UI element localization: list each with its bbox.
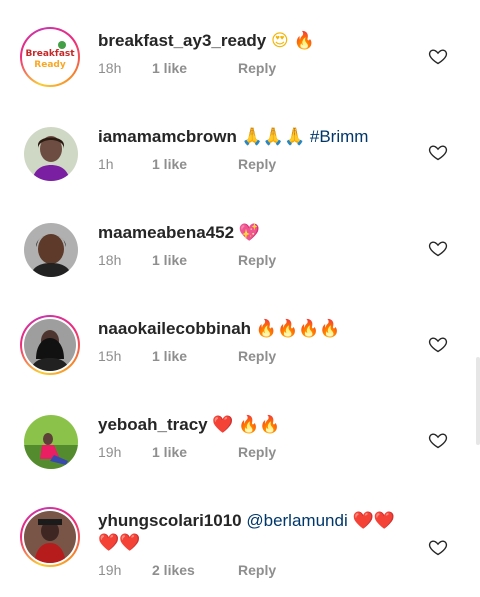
heart-outline-icon[interactable] xyxy=(428,142,448,162)
reply-button[interactable]: Reply xyxy=(238,444,276,460)
username-link[interactable]: maameabena452 xyxy=(98,223,234,242)
comment-time: 15h xyxy=(98,348,122,364)
hashtag-link[interactable]: #Brimm xyxy=(310,127,369,146)
comment-meta: 18h 1 like Reply xyxy=(98,252,276,268)
comment-time: 19h xyxy=(98,562,122,578)
heart-outline-icon[interactable] xyxy=(428,334,448,354)
comment-line: yeboah_tracy ❤️ 🔥🔥 xyxy=(98,414,410,436)
comment-meta: 18h 1 like Reply xyxy=(98,60,276,76)
comment-item: Breakfast Ready breakfast_ay3_ready 😍 🔥 1… xyxy=(0,0,480,96)
comment-meta: 19h 2 likes Reply xyxy=(98,562,276,578)
comment-text: 🔥🔥🔥🔥 xyxy=(255,319,341,339)
reply-button[interactable]: Reply xyxy=(238,60,276,76)
comment-body: yhungscolari1010 @berlamundi ❤️❤️❤️❤️ xyxy=(98,510,410,554)
comment-item: iamamamcbrown 🙏🙏🙏 #Brimm 1h 1 like Reply xyxy=(0,96,480,192)
comment-item: naaokailecobbinah 🔥🔥🔥🔥 15h 1 like Reply xyxy=(0,288,480,384)
avatar-image: Breakfast Ready xyxy=(24,31,76,83)
avatar-iamamamcbrown[interactable] xyxy=(24,127,78,181)
comment-time: 18h xyxy=(98,60,122,76)
comment-item: yeboah_tracy ❤️ 🔥🔥 19h 1 like Reply xyxy=(0,384,480,480)
likes-count-button[interactable]: 1 like xyxy=(152,60,238,76)
emoji: 🔥🔥🔥🔥 xyxy=(255,319,341,339)
emoji: 🔥 xyxy=(293,31,315,51)
likes-count-button[interactable]: 1 like xyxy=(152,252,238,268)
comment-line: breakfast_ay3_ready 😍 🔥 xyxy=(98,30,410,52)
comment-text: 😍 🔥 xyxy=(270,31,315,51)
reply-button[interactable]: Reply xyxy=(238,252,276,268)
avatar-maameabena452[interactable] xyxy=(24,223,78,277)
username-link[interactable]: iamamamcbrown xyxy=(98,127,237,146)
comment-meta: 19h 1 like Reply xyxy=(98,444,276,460)
comment-meta: 15h 1 like Reply xyxy=(98,348,276,364)
emoji: 🔥🔥 xyxy=(238,415,281,435)
avatar-image xyxy=(24,127,78,181)
comment-body: breakfast_ay3_ready 😍 🔥 xyxy=(98,30,410,52)
likes-count-button[interactable]: 1 like xyxy=(152,156,238,172)
comment-item: maameabena452 💖 18h 1 like Reply xyxy=(0,192,480,288)
comment-time: 19h xyxy=(98,444,122,460)
svg-text:Breakfast: Breakfast xyxy=(25,49,75,59)
reply-button[interactable]: Reply xyxy=(238,156,276,172)
scrollbar[interactable] xyxy=(476,357,480,445)
mention-link[interactable]: @berlamundi xyxy=(246,511,347,530)
comment-text: ❤️ 🔥🔥 xyxy=(212,415,281,435)
comment-line: maameabena452 💖 xyxy=(98,222,410,244)
username-link[interactable]: yhungscolari1010 xyxy=(98,511,242,530)
reply-button[interactable]: Reply xyxy=(238,562,276,578)
comment-text: 💖 xyxy=(238,223,260,243)
comment-item: yhungscolari1010 @berlamundi ❤️❤️❤️❤️ 19… xyxy=(0,480,480,597)
comment-list: Breakfast Ready breakfast_ay3_ready 😍 🔥 1… xyxy=(0,0,480,597)
emoji: 🙏🙏🙏 xyxy=(241,127,306,147)
comment-text: 🙏🙏🙏 #Brimm xyxy=(241,127,369,147)
comment-time: 1h xyxy=(98,156,114,172)
comment-line: yhungscolari1010 @berlamundi ❤️❤️❤️❤️ xyxy=(98,510,410,554)
comment-line: naaokailecobbinah 🔥🔥🔥🔥 xyxy=(98,318,410,340)
comment-body: maameabena452 💖 xyxy=(98,222,410,244)
heart-outline-icon[interactable] xyxy=(428,46,448,66)
avatar-yeboah_tracy[interactable] xyxy=(24,415,78,469)
avatar-naaokailecobbinah[interactable] xyxy=(20,315,80,375)
heart-outline-icon[interactable] xyxy=(428,537,448,557)
avatar-image xyxy=(24,511,76,563)
avatar-image xyxy=(24,319,76,371)
heart-outline-icon[interactable] xyxy=(428,430,448,450)
avatar-yhungscolari1010[interactable] xyxy=(20,507,80,567)
avatar-image xyxy=(24,415,78,469)
comment-meta: 1h 1 like Reply xyxy=(98,156,276,172)
likes-count-button[interactable]: 2 likes xyxy=(152,562,238,578)
username-link[interactable]: breakfast_ay3_ready xyxy=(98,31,266,50)
comment-body: yeboah_tracy ❤️ 🔥🔥 xyxy=(98,414,410,436)
comment-body: naaokailecobbinah 🔥🔥🔥🔥 xyxy=(98,318,410,340)
username-link[interactable]: yeboah_tracy xyxy=(98,415,208,434)
emoji: 💖 xyxy=(238,223,260,243)
emoji: ❤️ xyxy=(212,415,234,435)
comment-time: 18h xyxy=(98,252,122,268)
username-link[interactable]: naaokailecobbinah xyxy=(98,319,251,338)
emoji: 😍 xyxy=(270,31,289,51)
likes-count-button[interactable]: 1 like xyxy=(152,444,238,460)
likes-count-button[interactable]: 1 like xyxy=(152,348,238,364)
heart-outline-icon[interactable] xyxy=(428,238,448,258)
svg-text:Ready: Ready xyxy=(34,60,66,70)
avatar-breakfast_ay3_ready[interactable]: Breakfast Ready xyxy=(20,27,80,87)
avatar-image xyxy=(24,223,78,277)
reply-button[interactable]: Reply xyxy=(238,348,276,364)
comment-line: iamamamcbrown 🙏🙏🙏 #Brimm xyxy=(98,126,410,148)
comment-body: iamamamcbrown 🙏🙏🙏 #Brimm xyxy=(98,126,410,148)
